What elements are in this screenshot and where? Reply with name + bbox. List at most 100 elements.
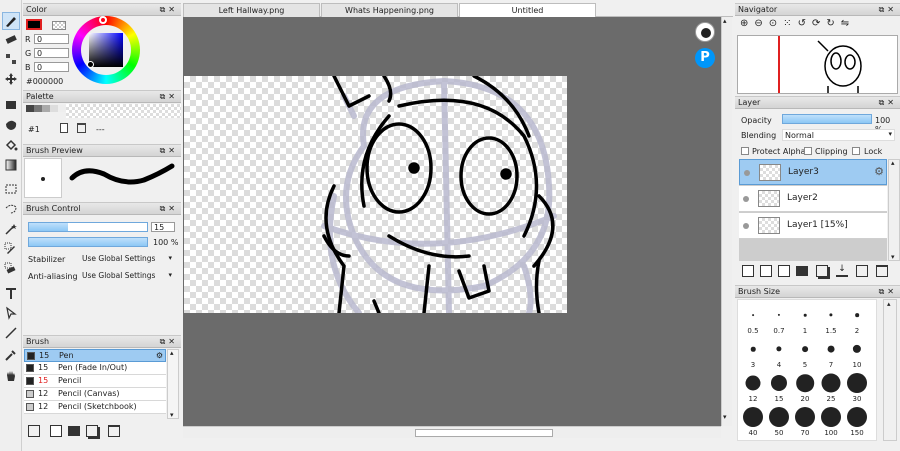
hue-cursor[interactable] — [99, 16, 107, 24]
select-lasso-tool-icon[interactable] — [2, 200, 20, 218]
gradient-tool-icon[interactable] — [2, 156, 20, 174]
rotate-reset-icon[interactable]: ⟳ — [812, 18, 826, 29]
brush-size-option[interactable]: 70 — [792, 406, 818, 438]
folder-icon[interactable] — [68, 426, 80, 436]
saturation-value-square[interactable] — [89, 33, 123, 67]
delete-palette-icon[interactable] — [77, 123, 86, 133]
navigator-preview[interactable] — [737, 35, 898, 94]
zoom-out-icon[interactable]: ⊖ — [754, 18, 768, 29]
palette-swatches[interactable] — [26, 105, 66, 112]
brush-item[interactable]: 12 Pencil (Sketchbook) — [24, 401, 166, 414]
panel-controls[interactable]: ⧉✕ — [160, 4, 178, 15]
panel-controls[interactable]: ⧉✕ — [160, 336, 178, 347]
layer-row[interactable]: Layer2 — [739, 186, 887, 212]
brush-size-option[interactable]: 12 — [740, 372, 766, 404]
folder-icon[interactable] — [796, 266, 808, 276]
b-input[interactable]: 0 — [34, 62, 69, 72]
brush-size-option[interactable]: 1.5 — [818, 304, 844, 336]
brush-size-slider[interactable] — [28, 222, 148, 232]
brush-opacity-slider[interactable] — [28, 237, 148, 247]
pen-tool-icon[interactable] — [2, 12, 20, 30]
pixiv-icon[interactable]: P — [695, 48, 715, 68]
select-rect-tool-icon[interactable] — [2, 180, 20, 198]
layer-row[interactable]: Layer3 ⚙ — [739, 159, 887, 185]
save-brush-icon[interactable] — [28, 425, 40, 437]
chevron-down-icon[interactable]: ▾ — [170, 411, 174, 419]
avatar[interactable] — [695, 22, 715, 42]
brush-size-option[interactable]: 40 — [740, 406, 766, 438]
canvas-workspace[interactable]: P — [183, 17, 721, 426]
brush-size-option[interactable]: 25 — [818, 372, 844, 404]
panel-controls[interactable]: ⧉✕ — [160, 91, 178, 102]
brush-size-option[interactable]: 1 — [792, 304, 818, 336]
blending-select[interactable]: Normal ▾ — [782, 129, 895, 141]
panel-controls[interactable]: ⧉✕ — [160, 145, 178, 156]
visibility-icon[interactable] — [743, 196, 749, 202]
move-tool-icon[interactable] — [2, 70, 20, 88]
eraser-tool-icon[interactable] — [2, 30, 20, 48]
rotate-left-icon[interactable]: ↺ — [798, 18, 812, 29]
tab-whats-happening[interactable]: Whats Happening.png — [321, 3, 458, 17]
tab-untitled[interactable]: Untitled — [459, 3, 596, 17]
color-cursor[interactable] — [87, 61, 94, 68]
panel-controls[interactable]: ⧉✕ — [879, 286, 897, 297]
secondary-color-swatch[interactable] — [52, 21, 66, 30]
g-input[interactable]: 0 — [34, 48, 69, 58]
drawing-canvas[interactable] — [184, 76, 567, 313]
chevron-up-icon[interactable]: ▴ — [170, 349, 174, 357]
brush-size-option[interactable]: 5 — [792, 338, 818, 370]
protect-alpha-checkbox[interactable] — [741, 147, 749, 155]
chevron-down-icon[interactable]: ▾ — [723, 413, 727, 421]
tab-left-hallway[interactable]: Left Hallway.png — [183, 3, 320, 17]
select-pen-tool-icon[interactable] — [2, 240, 20, 258]
layer-scrollbar[interactable]: ▴ ▾ — [888, 159, 900, 261]
brush-item[interactable]: 15 Pen ⚙ — [24, 349, 166, 362]
duplicate-layer-icon[interactable] — [816, 265, 828, 277]
lock-checkbox[interactable] — [852, 147, 860, 155]
palette-more[interactable]: --- — [96, 125, 105, 134]
delete-brush-icon[interactable] — [108, 425, 120, 437]
operation-tool-icon[interactable] — [2, 304, 20, 322]
primary-color-swatch[interactable] — [26, 19, 42, 30]
brush-size-option[interactable]: 100 — [818, 406, 844, 438]
h-scroll-thumb[interactable] — [415, 429, 553, 437]
bucket-tool-icon[interactable] — [2, 136, 20, 154]
brush-size-option[interactable]: 15 — [766, 372, 792, 404]
lasso-fill-tool-icon[interactable] — [2, 116, 20, 134]
palette-strip[interactable] — [66, 104, 181, 118]
brush-size-option[interactable]: 30 — [844, 372, 870, 404]
brush-size-option[interactable]: 0.5 — [740, 304, 766, 336]
eyedropper-tool-icon[interactable] — [2, 346, 20, 364]
zoom-reset-icon[interactable]: ⊙ — [769, 18, 783, 29]
brush-size-option[interactable]: 10 — [844, 338, 870, 370]
brush-size-option[interactable]: 2 — [844, 304, 870, 336]
panel-controls[interactable]: ⧉✕ — [879, 4, 897, 15]
merge-down-icon[interactable]: ↓ — [836, 265, 848, 277]
antialias-select[interactable]: Use Global Settings ▾ — [80, 270, 174, 282]
visibility-icon[interactable] — [743, 223, 749, 229]
zoom-in-icon[interactable]: ⊕ — [740, 18, 754, 29]
clipping-checkbox[interactable] — [804, 147, 812, 155]
chevron-up-icon[interactable]: ▴ — [887, 300, 891, 308]
brush-item[interactable]: 15 Pencil — [24, 375, 166, 388]
canvas-v-scrollbar[interactable]: ▴ ▾ — [721, 17, 732, 426]
line-tool-icon[interactable] — [2, 324, 20, 342]
magic-wand-tool-icon[interactable] — [2, 220, 20, 238]
brush-size-scrollbar[interactable]: ▴ — [883, 299, 897, 441]
dotted-tool-icon[interactable] — [2, 50, 20, 68]
brush-item[interactable]: 15 Pen (Fade In/Out) — [24, 362, 166, 375]
brush-item[interactable]: 12 Pencil (Canvas) — [24, 388, 166, 401]
r-input[interactable]: 0 — [34, 34, 69, 44]
chevron-up-icon[interactable]: ▴ — [723, 17, 727, 25]
layer-opacity-slider[interactable] — [782, 114, 872, 124]
new-layer-2-icon[interactable] — [760, 265, 772, 277]
palette-index[interactable]: #1 — [28, 125, 40, 134]
brush-scrollbar[interactable]: ▴ ▾ — [167, 349, 179, 419]
hand-tool-icon[interactable] — [2, 366, 20, 384]
gear-icon[interactable]: ⚙ — [874, 165, 884, 178]
rect-fill-tool-icon[interactable] — [2, 96, 20, 114]
brush-size-option[interactable]: 4 — [766, 338, 792, 370]
chevron-down-icon[interactable]: ▾ — [891, 253, 895, 261]
chevron-up-icon[interactable]: ▴ — [891, 159, 895, 167]
gear-icon[interactable]: ⚙ — [156, 350, 163, 362]
